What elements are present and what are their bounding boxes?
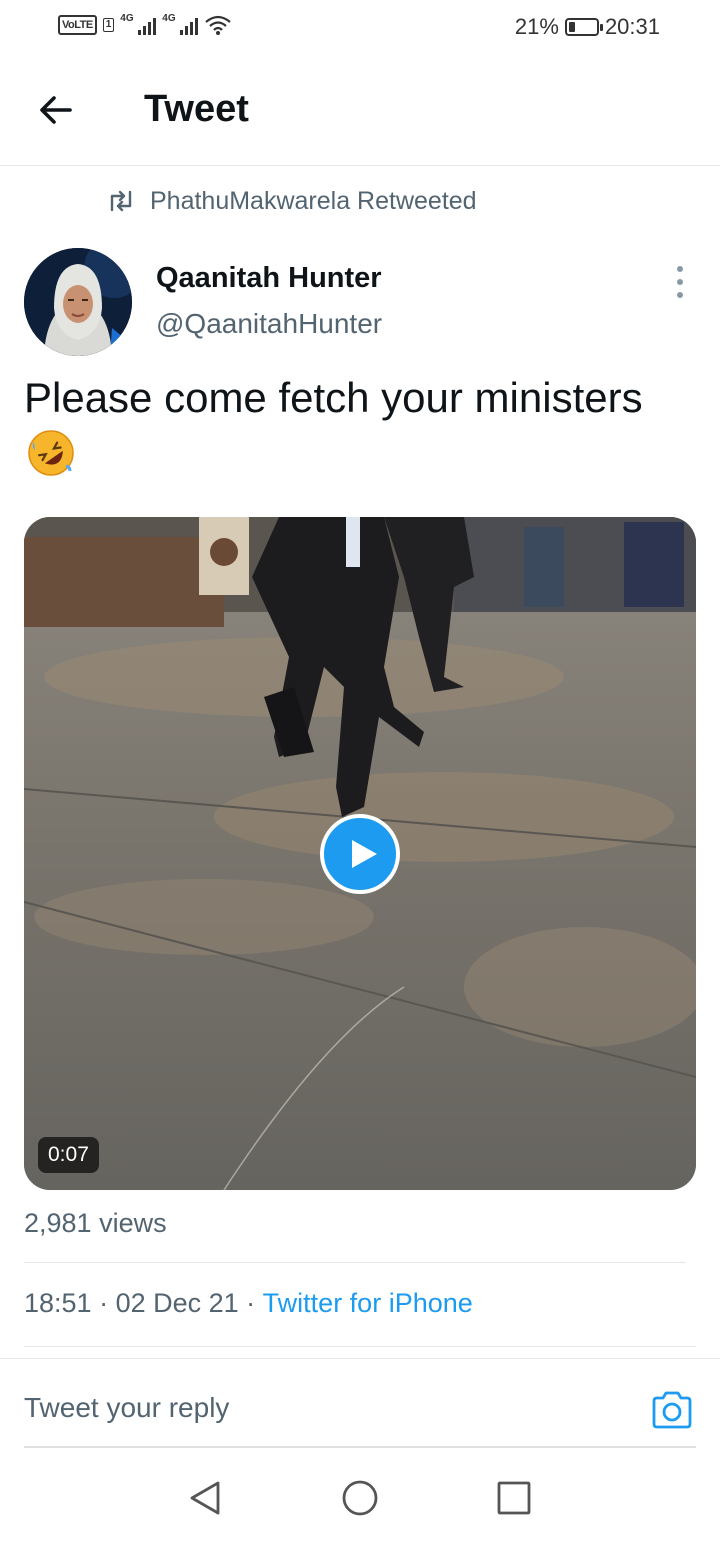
network-type-label: 4G [120,13,134,24]
view-count[interactable]: 2,981 views [24,1208,167,1239]
avatar[interactable] [24,248,132,356]
meta-separator: · [238,1288,263,1318]
app-header: Tweet [0,60,720,166]
retweet-context[interactable]: PhathuMakwarela Retweeted [106,186,477,216]
reply-input[interactable]: Tweet your reply [24,1392,229,1424]
avatar-image [24,248,132,356]
tweet-text: Please come fetch your ministers [24,374,643,421]
triangle-back-icon[interactable] [186,1478,226,1518]
video-player[interactable]: 0:07 [24,517,696,1190]
battery-icon [564,18,603,36]
sim-indicator: 1 [102,18,115,32]
page-title: Tweet [144,88,249,130]
signal-icon: 4G [162,13,199,35]
tweet-time: 18:51 [24,1288,92,1318]
camera-icon[interactable] [650,1388,694,1432]
meta-separator: · [91,1288,116,1318]
circle-home-icon[interactable] [340,1478,380,1518]
divider [24,1446,696,1448]
status-bar: VoLTE 1 4G 4G 21% 20:31 [0,0,720,56]
video-duration: 0:07 [38,1137,99,1173]
square-recents-icon[interactable] [494,1478,534,1518]
tweet-date: 02 Dec 21 [115,1288,239,1318]
tweet-source-link[interactable]: Twitter for iPhone [263,1288,473,1319]
play-button[interactable] [320,814,400,894]
signal-icon: 4G [120,13,157,35]
divider [0,1358,720,1359]
more-vertical-icon[interactable] [668,262,692,302]
retweet-icon [110,190,132,212]
divider [24,1262,686,1263]
status-bar-left: VoLTE 1 4G 4G [58,13,232,36]
arrow-left-icon[interactable] [36,90,76,130]
play-icon [352,840,377,868]
tweet-meta: 18:51 · 02 Dec 21 · Twitter for iPhone [24,1288,473,1319]
retweet-label: PhathuMakwarela Retweeted [150,186,477,215]
divider [24,1346,696,1347]
battery-percent: 21% [514,14,559,39]
volte-indicator: VoLTE [58,15,97,35]
rolling-on-the-floor-laughing-emoji [28,430,74,476]
network-type-label: 4G [162,13,176,24]
author-name[interactable]: Qaanitah Hunter [156,262,382,295]
clock: 20:31 [604,14,660,39]
author-handle[interactable]: @QaanitahHunter [156,308,382,340]
wifi-icon [205,15,231,35]
system-nav-bar [0,1460,720,1541]
status-bar-right: 21% 20:31 [515,14,660,40]
